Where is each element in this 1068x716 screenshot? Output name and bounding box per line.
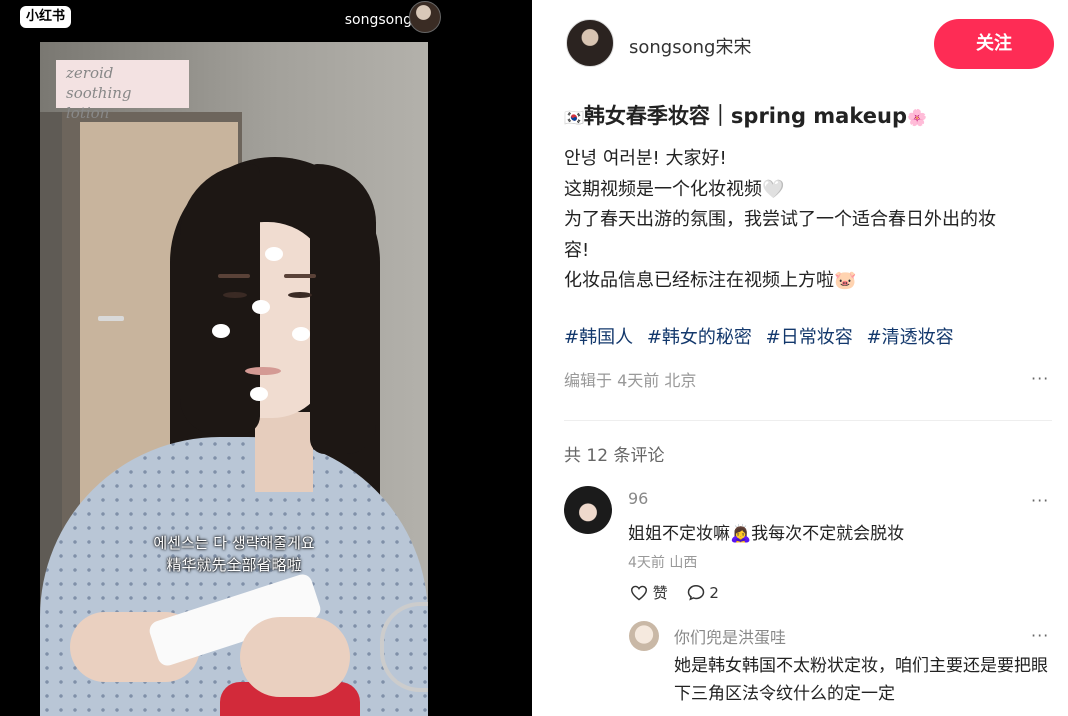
post-title: 🇰🇷韩女春季妆容｜spring makeup🌸 <box>564 100 927 130</box>
follow-button[interactable]: 关注 <box>934 19 1054 69</box>
right-brow <box>284 274 316 278</box>
video-author-avatar[interactable] <box>409 1 441 33</box>
product-label-line-1: zeroid <box>66 64 114 82</box>
app-logo: 小红书 <box>20 6 72 28</box>
post-body-line: 化妆品信息已经标注在视频上方啦🐷 <box>564 270 857 291</box>
video-player[interactable]: 小红书 songsong宋宋 zeroid soothing lotion 에센… <box>0 0 532 716</box>
mouth <box>245 367 281 375</box>
hashtag-link[interactable]: #韩国人 <box>564 327 633 348</box>
neck <box>255 412 313 492</box>
comment-more-icon[interactable]: ··· <box>1031 491 1049 510</box>
left-brow <box>218 274 250 278</box>
reply-user-name[interactable]: 你们兜是洪蛋哇 <box>674 624 786 648</box>
lotion-dot <box>252 300 270 314</box>
reply-avatar[interactable] <box>629 621 659 651</box>
post-body-line: 这期视频是一个化妆视频🤍 <box>564 178 785 200</box>
video-frame[interactable]: zeroid soothing lotion 에센스는 다 생략해줄게요 精华就… <box>40 42 428 716</box>
lotion-dot <box>250 387 268 401</box>
post-body-line: 容! <box>564 239 590 261</box>
reply-more-icon[interactable]: ··· <box>1031 626 1049 645</box>
hair-left <box>180 164 260 434</box>
hair-right <box>310 164 376 454</box>
hashtag-link[interactable]: #清透妆容 <box>866 327 953 348</box>
product-label: zeroid soothing lotion <box>56 60 189 122</box>
post-title-text: 韩女春季妆容｜spring makeup <box>583 104 907 128</box>
heart-icon <box>630 585 648 600</box>
app-root: 小红书 songsong宋宋 zeroid soothing lotion 에센… <box>0 0 1068 716</box>
commenter-avatar[interactable] <box>564 486 612 534</box>
author-name[interactable]: songsong宋宋 <box>629 33 751 59</box>
like-label: 赞 <box>652 584 668 602</box>
product-label-line-2: soothing lotion <box>66 84 132 122</box>
hashtag-list: #韩国人 #韩女的秘密 #日常妆容 #清透妆容 <box>564 323 962 349</box>
cherry-blossom-icon: 🌸 <box>906 108 927 127</box>
post-meta: 编辑于 4天前 北京 <box>564 371 697 390</box>
hashtag-link[interactable]: #日常妆容 <box>766 327 853 348</box>
korea-flag-icon: 🇰🇷 <box>564 108 584 127</box>
comment-meta: 4天前 山西 <box>628 555 698 571</box>
subtitle-chinese: 精华就先全部省略啦 <box>166 556 302 574</box>
left-eye <box>223 292 247 298</box>
post-more-icon[interactable]: ··· <box>1031 369 1049 388</box>
right-hand <box>240 617 350 697</box>
subtitle-korean: 에센스는 다 생략해줄게요 <box>153 534 315 552</box>
comment-count: 共 12 条评论 <box>564 446 665 466</box>
reply-count: 2 <box>709 583 719 602</box>
reply-button[interactable]: 2 <box>687 583 719 602</box>
comment-bubble-icon <box>687 585 704 601</box>
commenter-name[interactable]: 96 <box>628 489 648 508</box>
right-eye <box>288 292 312 298</box>
reply-text: 她是韩女韩国不太粉状定妆，咱们主要还是要把眼下三角区法令纹什么的定一定 <box>674 656 1048 704</box>
post-body-line: 안녕 여러분! 大家好! <box>564 148 727 169</box>
post-body: 안녕 여러분! 大家好! 这期视频是一个化妆视频🤍 为了春天出游的氛围，我尝试了… <box>564 144 1054 297</box>
comment-actions: 赞 2 <box>630 582 719 603</box>
comment-text: 姐姐不定妆嘛🙇‍♀️我每次不定就会脱妆 <box>628 524 905 544</box>
lotion-dot <box>292 327 310 341</box>
author-avatar[interactable] <box>566 19 614 67</box>
door-handle <box>98 316 124 321</box>
lotion-dot <box>265 247 283 261</box>
like-button[interactable]: 赞 <box>630 582 668 603</box>
lotion-dot <box>212 324 230 338</box>
divider <box>564 420 1052 421</box>
hashtag-link[interactable]: #韩女的秘密 <box>647 327 752 348</box>
post-body-line: 为了春天出游的氛围，我尝试了一个适合春日外出的妆 <box>564 209 996 230</box>
